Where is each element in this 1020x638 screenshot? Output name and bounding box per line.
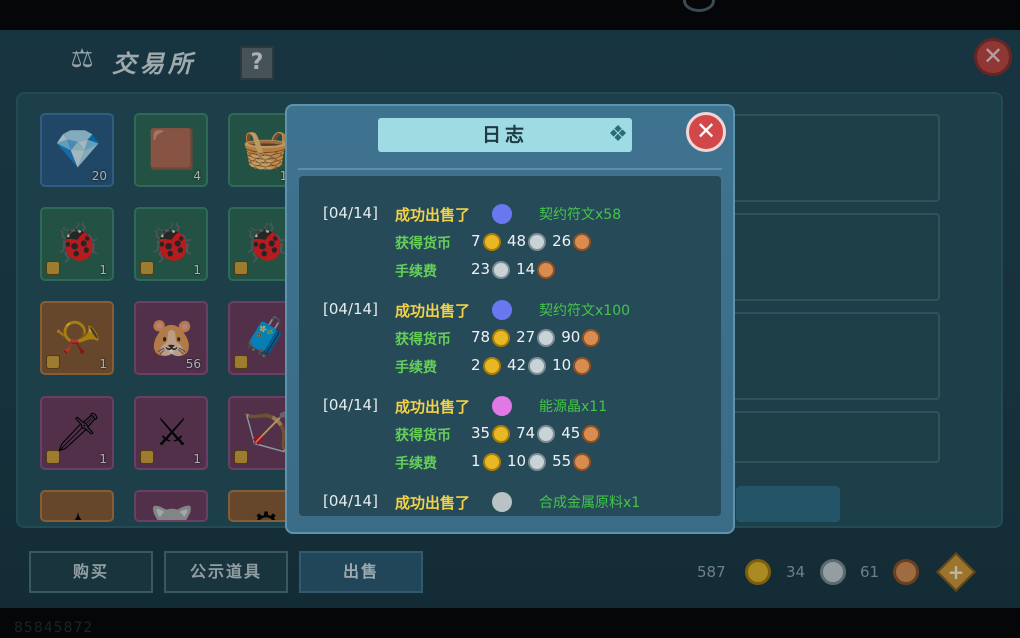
blue-rune-icon — [492, 300, 512, 320]
bottom-strip — [0, 608, 1020, 638]
log-earned-label: 获得货币 — [395, 428, 451, 444]
log-action: 成功出售了 — [395, 206, 471, 224]
copper-value: 55 — [552, 452, 572, 470]
pink-crystal-icon — [492, 396, 512, 416]
log-date: [04/14] — [323, 396, 378, 414]
modal-close-button[interactable]: ✕ — [686, 112, 726, 152]
log-fee-label: 手续费 — [395, 360, 437, 376]
log-item-name: 契约符文x100 — [539, 303, 631, 319]
copper-value: 90 — [561, 328, 581, 346]
log-date: [04/14] — [323, 204, 378, 222]
log-fee-label: 手续费 — [395, 264, 437, 280]
log-earned-values: 7 48 26 — [471, 232, 597, 251]
silver-value: 10 — [507, 452, 527, 470]
copper-value: 10 — [552, 356, 572, 374]
silver-value: 23 — [471, 260, 491, 278]
log-fee-label: 手续费 — [395, 456, 437, 472]
silver-value: 48 — [507, 232, 527, 250]
player-id: 85845872 — [14, 620, 94, 636]
gold-value: 7 — [471, 232, 481, 250]
silver-value: 42 — [507, 356, 527, 374]
gold-coin-icon — [492, 328, 511, 347]
copper-coin-icon — [573, 232, 592, 251]
log-fee-values: 23 14 — [471, 260, 561, 279]
log-date: [04/14] — [323, 492, 378, 510]
log-earned-label: 获得货币 — [395, 332, 451, 348]
log-fee-values: 2 42 10 — [471, 356, 597, 375]
modal-title: 日志 — [481, 124, 528, 146]
copper-coin-icon — [573, 356, 592, 375]
silver-value: 74 — [516, 424, 536, 442]
copper-coin-icon — [573, 452, 592, 471]
gold-value: 1 — [471, 452, 481, 470]
silver-coin-icon — [537, 424, 556, 443]
modal-divider — [298, 168, 722, 170]
silver-coin-icon — [528, 356, 547, 375]
gold-value: 2 — [471, 356, 481, 374]
gold-value: 78 — [471, 328, 491, 346]
silver-coin-icon — [528, 452, 547, 471]
gold-coin-icon — [483, 232, 501, 251]
copper-coin-icon — [582, 328, 601, 347]
silver-value: 27 — [516, 328, 536, 346]
copper-coin-icon — [582, 424, 601, 443]
log-earned-values: 35 74 45 — [471, 424, 606, 443]
log-earned-values: 78 27 90 — [471, 328, 606, 347]
log-action: 成功出售了 — [395, 494, 471, 512]
log-earned-label: 获得货币 — [395, 236, 451, 252]
silver-coin-icon — [492, 260, 511, 279]
gold-value: 35 — [471, 424, 491, 442]
camera-notch-icon — [683, 0, 715, 12]
blue-rune-icon — [492, 204, 512, 224]
copper-value: 26 — [552, 232, 572, 250]
log-date: [04/14] — [323, 300, 378, 318]
copper-value: 45 — [561, 424, 581, 442]
axe-icon — [492, 492, 512, 512]
copper-value: 14 — [516, 260, 536, 278]
log-item-name: 契约符文x58 — [539, 207, 622, 223]
log-item-name: 合成金属原料x1 — [539, 495, 641, 511]
log-action: 成功出售了 — [395, 302, 471, 320]
gold-coin-icon — [483, 452, 501, 471]
copper-coin-icon — [537, 260, 556, 279]
silver-coin-icon — [528, 232, 547, 251]
log-action: 成功出售了 — [395, 398, 471, 416]
silver-coin-icon — [537, 328, 556, 347]
log-list[interactable]: [04/14] 成功出售了 契约符文x58 获得货币 7 48 26 手续费 23 14 [04/1… — [299, 176, 721, 516]
top-bar — [0, 0, 1020, 30]
ornament-right-icon: ❖ — [608, 122, 628, 147]
gold-coin-icon — [492, 424, 511, 443]
log-item-name: 能源晶x11 — [539, 399, 608, 415]
log-fee-values: 1 10 55 — [471, 452, 597, 471]
gold-coin-icon — [483, 356, 501, 375]
